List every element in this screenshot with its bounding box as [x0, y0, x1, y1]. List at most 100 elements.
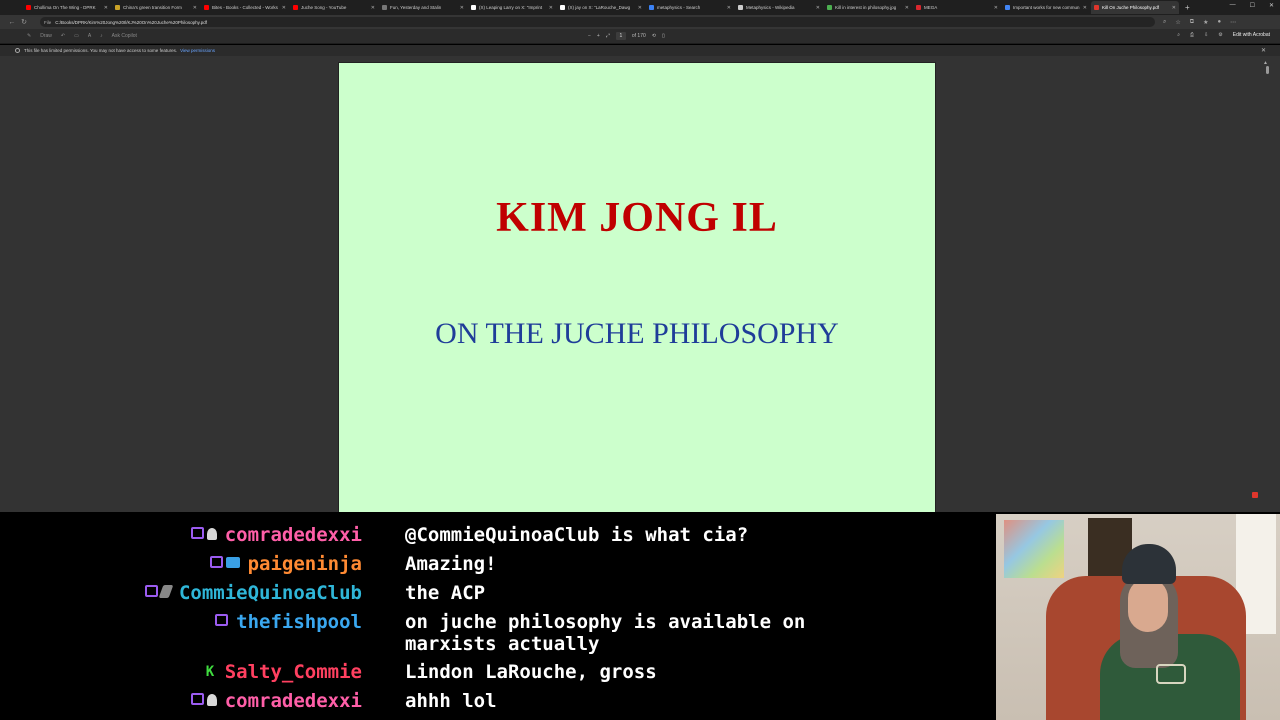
chat-badges	[215, 614, 228, 630]
minimize-icon[interactable]: —	[1230, 2, 1236, 9]
star-icon[interactable]: ☆	[1175, 19, 1180, 26]
tab-title: Bites - Books - Collected - Works	[212, 5, 278, 10]
new-tab-icon[interactable]: +	[1185, 3, 1190, 12]
chat-message: Salty_Commie K Lindon LaRouche, gross	[0, 653, 960, 683]
highlight-icon[interactable]: ▭	[74, 33, 79, 39]
browser-tab[interactable]: metaphysics - Search ✕	[646, 1, 734, 14]
chat-username: comradedexxi	[224, 524, 362, 546]
close-window-icon[interactable]: ✕	[1269, 2, 1274, 9]
browser-tab[interactable]: (X) jay on X: "LaRouche_Dawg ✕	[557, 1, 645, 14]
address-input[interactable]: File C:/Books/DPRK/Kim%20Jong%20Il/KJ%20…	[40, 17, 1155, 27]
chat-message-text: the ACP	[405, 582, 486, 604]
page-total: of 170	[631, 33, 646, 39]
ask-copilot-button[interactable]: Ask Copilot	[112, 33, 137, 39]
zoom-in-icon[interactable]: +	[597, 33, 600, 39]
tab-title: Kill On Juche Philosophy.pdf	[1102, 5, 1159, 10]
profile-icon[interactable]: ●	[1217, 19, 1221, 26]
close-tab-icon[interactable]: ✕	[104, 5, 108, 11]
rotate-icon[interactable]: ⟲	[652, 33, 656, 39]
fit-page-icon[interactable]: ⤢	[606, 33, 610, 39]
sub-badge-icon	[191, 527, 204, 539]
chess-badge-icon	[207, 528, 217, 540]
browser-tab[interactable]: Important works for new commun ✕	[1002, 1, 1090, 14]
doc-icon	[115, 5, 120, 10]
tab-title: (X) Leaping Larry on X: "Imprint	[479, 5, 543, 10]
pdf-toolbar: ✎ Draw ↶ ▭ A ♪ Ask Copilot − + ⤢ 1 of 17…	[0, 29, 1280, 44]
browser-tab[interactable]: China's green transition Form ✕	[112, 1, 200, 14]
chat-message-text: on juche philosophy is available on marx…	[405, 611, 806, 655]
browser-tab[interactable]: (X) Leaping Larry on X: "Imprint ✕	[468, 1, 556, 14]
sub-badge-icon	[210, 556, 223, 568]
youtube-icon	[204, 5, 209, 10]
browser-tab[interactable]: Kill On Juche Philosophy.pdf ✕	[1091, 1, 1179, 14]
browser-tab[interactable]: Kill in interest in philosophy.jpg ✕	[824, 1, 912, 14]
browser-tab[interactable]: MEGA ✕	[913, 1, 1001, 14]
read-aloud-icon[interactable]: ♪	[100, 33, 103, 39]
k-badge-icon: K	[205, 664, 215, 680]
maximize-icon[interactable]: ☐	[1250, 2, 1255, 9]
draw-icon[interactable]: ✎	[27, 33, 31, 39]
webcam-feed	[996, 514, 1280, 720]
window-controls: — ☐ ✕	[1230, 2, 1274, 9]
close-tab-icon[interactable]: ✕	[638, 5, 642, 11]
page-number-input[interactable]: 1	[615, 32, 626, 40]
browser-tab[interactable]: Fun, Yesterday and Stalin ✕	[379, 1, 467, 14]
menu-icon[interactable]: ⋯	[1230, 19, 1236, 26]
close-tab-icon[interactable]: ✕	[727, 5, 731, 11]
address-bar-row: ← ↻ File C:/Books/DPRK/Kim%20Jong%20Il/K…	[0, 15, 1280, 29]
close-tab-icon[interactable]: ✕	[1172, 5, 1176, 11]
close-tab-icon[interactable]: ✕	[282, 5, 286, 11]
chat-badges	[145, 585, 174, 601]
zoom-out-icon[interactable]: −	[588, 33, 591, 39]
acrobat-icon[interactable]	[1252, 492, 1258, 498]
close-tab-icon[interactable]: ✕	[371, 5, 375, 11]
close-tab-icon[interactable]: ✕	[549, 5, 553, 11]
undo-icon[interactable]: ↶	[61, 33, 65, 39]
view-permissions-link[interactable]: View permissions	[180, 48, 215, 53]
zoom-icon[interactable]: ⌕	[1163, 19, 1166, 26]
pdf-icon	[1094, 5, 1099, 10]
draw-button[interactable]: Draw	[40, 33, 52, 39]
settings-icon[interactable]: ⚙	[1218, 32, 1222, 38]
scrollbar-thumb[interactable]	[1266, 66, 1269, 74]
reload-icon[interactable]: ↻	[18, 18, 30, 26]
crown-badge-icon	[226, 557, 240, 568]
browser-tab[interactable]: Juche Song - YouTube ✕	[290, 1, 378, 14]
close-tab-icon[interactable]: ✕	[994, 5, 998, 11]
pdf-viewer[interactable]: KIM JONG IL ON THE JUCHE PHILOSOPHY ▲	[0, 56, 1280, 512]
extensions-icon[interactable]: ⧉	[1190, 19, 1194, 26]
chat-message: comradedexxi ahhh lol	[0, 682, 960, 712]
pdf-toolbar-right: ⌕ ⎙ ⇩ ⚙ Edit with Acrobat	[1177, 32, 1270, 38]
sub-badge-icon	[145, 585, 158, 597]
search-icon[interactable]: ⌕	[1177, 32, 1180, 38]
browser-tab[interactable]: Bites - Books - Collected - Works ✕	[201, 1, 289, 14]
close-tab-icon[interactable]: ✕	[1083, 5, 1087, 11]
save-icon[interactable]: ⇩	[1204, 32, 1208, 38]
wall-art	[1004, 520, 1064, 578]
stream-chat-overlay: comradedexxi @CommieQuinoaClub is what ci…	[0, 512, 996, 720]
chat-badges	[191, 693, 217, 709]
back-icon[interactable]: ←	[6, 19, 18, 26]
page-view-icon[interactable]: ▯	[662, 33, 665, 39]
chat-username: thefishpool	[236, 611, 362, 633]
close-tab-icon[interactable]: ✕	[816, 5, 820, 11]
tab-title: Important works for new commun	[1013, 5, 1080, 10]
chat-message: CommieQuinoaClub the ACP	[0, 574, 960, 604]
close-tab-icon[interactable]: ✕	[193, 5, 197, 11]
favorites-icon[interactable]: ★	[1203, 19, 1208, 26]
info-icon	[15, 48, 20, 53]
edit-with-acrobat-button[interactable]: Edit with Acrobat	[1233, 32, 1270, 38]
browser-tab[interactable]: Chollima On The Wing - DPRK ✕	[23, 1, 111, 14]
document-title: KIM JONG IL	[496, 195, 778, 241]
text-icon[interactable]: A	[88, 33, 91, 39]
chat-message: paigeninja Amazing!	[0, 545, 960, 575]
x-icon	[471, 5, 476, 10]
close-tab-icon[interactable]: ✕	[905, 5, 909, 11]
hoodie-logo	[1156, 664, 1186, 684]
close-tab-icon[interactable]: ✕	[460, 5, 464, 11]
sub-badge-icon	[191, 693, 204, 705]
close-notice-icon[interactable]: ✕	[1261, 47, 1266, 54]
browser-tab[interactable]: Metaphysics - Wikipedia ✕	[735, 1, 823, 14]
streamer-face	[1128, 578, 1168, 632]
print-icon[interactable]: ⎙	[1190, 32, 1194, 38]
